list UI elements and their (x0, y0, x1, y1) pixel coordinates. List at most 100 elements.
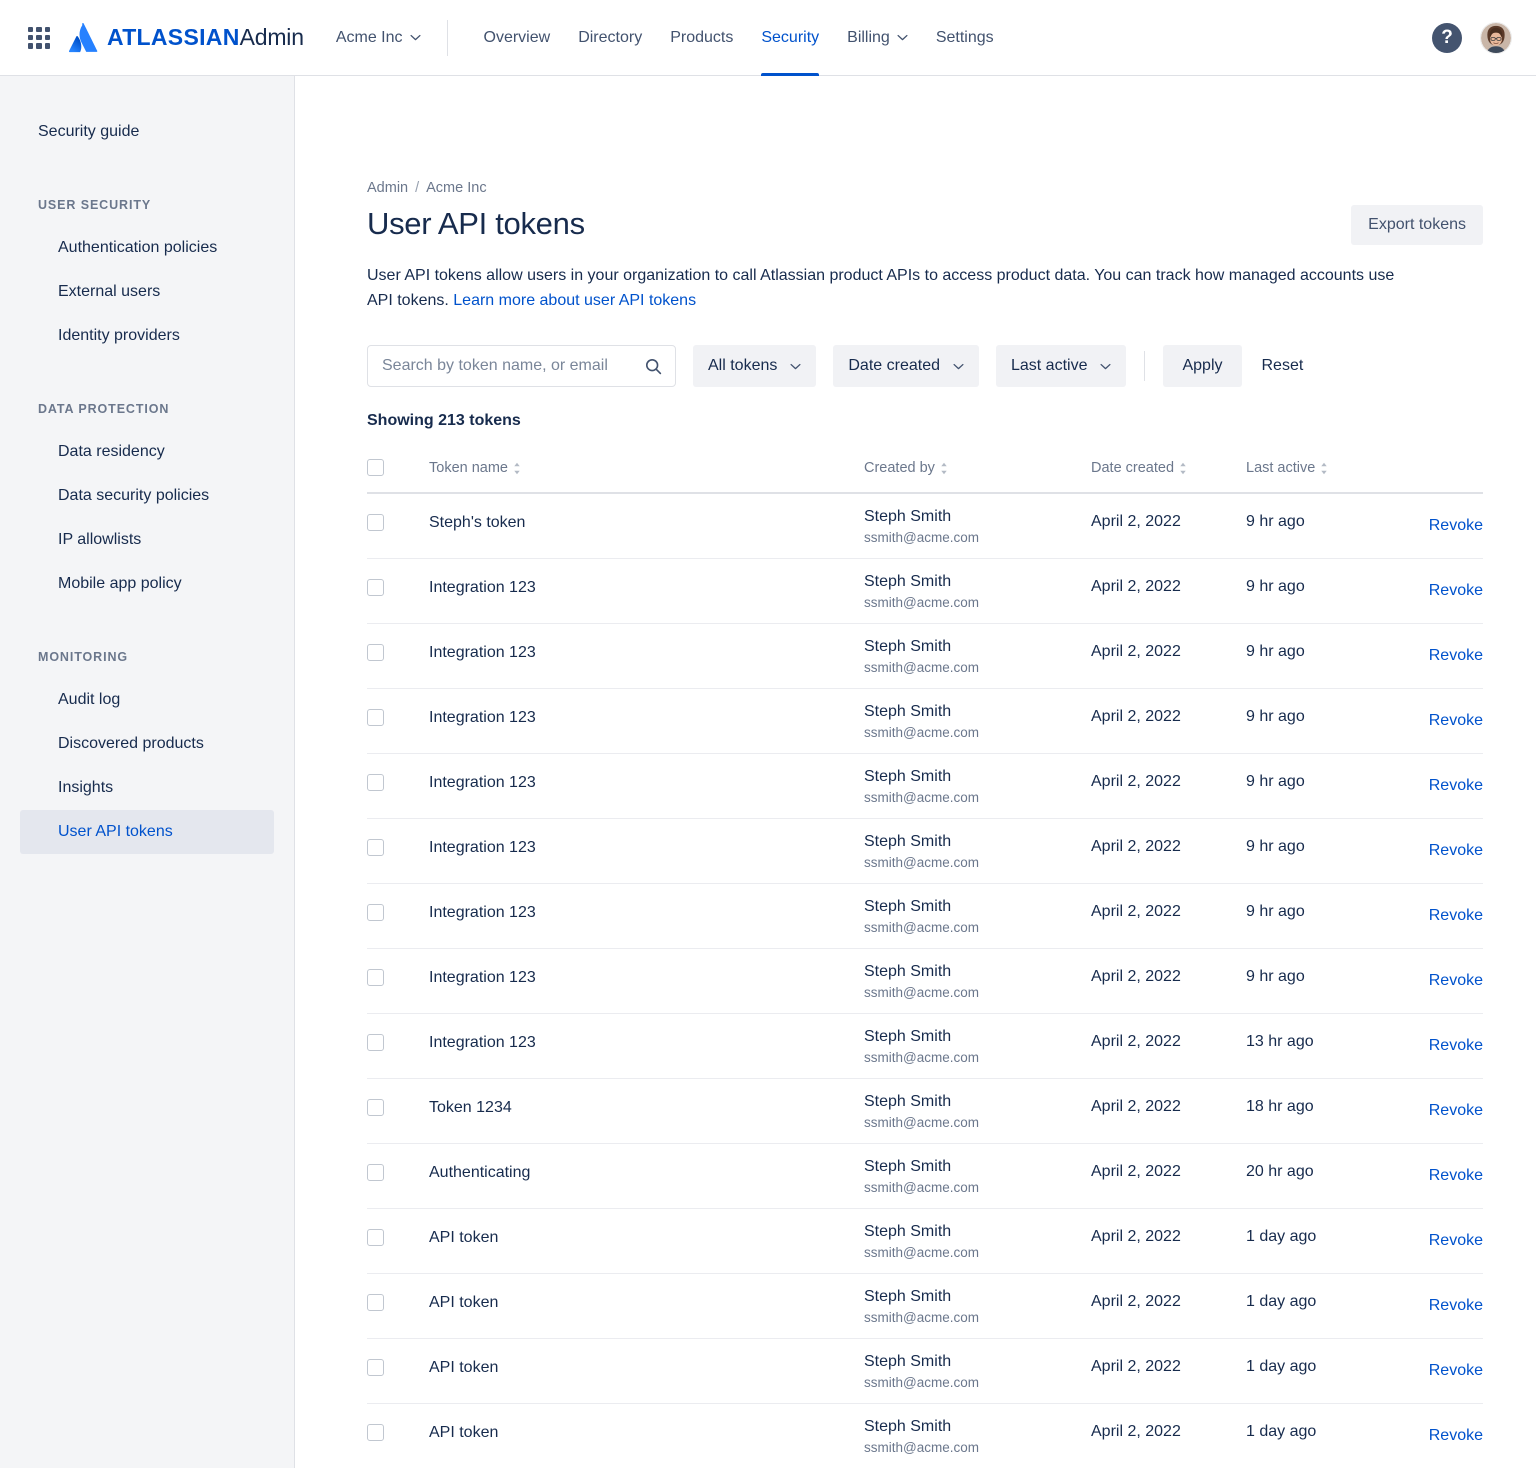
table-row: Integration 123Steph Smithssmith@acme.co… (367, 624, 1483, 689)
sidebar-item-discovered-products[interactable]: Discovered products (20, 722, 274, 766)
revoke-link[interactable]: Revoke (1388, 1144, 1483, 1195)
nav-item-products[interactable]: Products (656, 0, 747, 76)
token-name: Authenticating (429, 1144, 864, 1199)
row-checkbox[interactable] (367, 1424, 384, 1441)
row-checkbox[interactable] (367, 1099, 384, 1116)
revoke-link[interactable]: Revoke (1388, 1404, 1483, 1455)
revoke-link[interactable]: Revoke (1388, 884, 1483, 935)
nav-right-cluster: ? (1432, 22, 1512, 54)
row-select-cell (367, 689, 429, 754)
revoke-link[interactable]: Revoke (1388, 1079, 1483, 1130)
row-checkbox[interactable] (367, 1229, 384, 1246)
revoke-link[interactable]: Revoke (1388, 494, 1483, 545)
apply-button[interactable]: Apply (1163, 345, 1241, 387)
export-tokens-button[interactable]: Export tokens (1351, 205, 1483, 245)
row-action-cell: Revoke (1388, 559, 1483, 624)
select-all-checkbox[interactable] (367, 459, 384, 476)
breadcrumb-item-admin[interactable]: Admin (367, 180, 408, 196)
revoke-link[interactable]: Revoke (1388, 689, 1483, 740)
row-date-created-cell: April 2, 2022 (1091, 884, 1246, 949)
row-last-active-cell: 9 hr ago (1246, 559, 1388, 624)
search-icon[interactable] (645, 358, 662, 375)
column-last-active[interactable]: Last active (1246, 459, 1388, 493)
column-actions (1388, 459, 1483, 493)
nav-item-security[interactable]: Security (747, 0, 833, 76)
sidebar-item-security-guide[interactable]: Security guide (20, 110, 274, 154)
row-checkbox[interactable] (367, 969, 384, 986)
nav-item-settings[interactable]: Settings (922, 0, 1008, 76)
sidebar-item-identity-providers[interactable]: Identity providers (20, 314, 274, 358)
filter-last-active[interactable]: Last active (996, 345, 1126, 387)
revoke-link[interactable]: Revoke (1388, 1339, 1483, 1390)
row-last-active-cell: 20 hr ago (1246, 1144, 1388, 1209)
revoke-link[interactable]: Revoke (1388, 624, 1483, 675)
creator-email: ssmith@acme.com (864, 1113, 1091, 1132)
breadcrumb-item-acme-inc[interactable]: Acme Inc (426, 180, 486, 196)
sort-icon (1320, 462, 1328, 475)
row-checkbox[interactable] (367, 774, 384, 791)
row-checkbox[interactable] (367, 1164, 384, 1181)
app-root: ATLASSIANAdmin Acme Inc Overview Directo… (0, 0, 1536, 1468)
row-checkbox[interactable] (367, 514, 384, 531)
sidebar-item-user-api-tokens[interactable]: User API tokens (20, 810, 274, 854)
row-last-active-cell: 9 hr ago (1246, 689, 1388, 754)
column-label: Token name (429, 460, 508, 476)
last-active: 1 day ago (1246, 1274, 1388, 1328)
sidebar-item-audit-log[interactable]: Audit log (20, 678, 274, 722)
revoke-link[interactable]: Revoke (1388, 949, 1483, 1000)
filter-date-created[interactable]: Date created (833, 345, 979, 387)
last-active: 18 hr ago (1246, 1079, 1388, 1133)
sidebar-item-mobile-app-policy[interactable]: Mobile app policy (20, 562, 274, 606)
row-select-cell (367, 1079, 429, 1144)
row-checkbox[interactable] (367, 709, 384, 726)
sidebar-item-external-users[interactable]: External users (20, 270, 274, 314)
nav-label: Overview (484, 29, 551, 47)
search-box[interactable] (367, 345, 676, 387)
revoke-link[interactable]: Revoke (1388, 559, 1483, 610)
sidebar-item-insights[interactable]: Insights (20, 766, 274, 810)
column-token-name[interactable]: Token name (429, 459, 864, 493)
filter-all-tokens[interactable]: All tokens (693, 345, 816, 387)
last-active: 1 day ago (1246, 1404, 1388, 1458)
row-checkbox[interactable] (367, 839, 384, 856)
table-row: Integration 123Steph Smithssmith@acme.co… (367, 819, 1483, 884)
sidebar-item-ip-allowlists[interactable]: IP allowlists (20, 518, 274, 562)
last-active: 1 day ago (1246, 1339, 1388, 1393)
org-switcher[interactable]: Acme Inc (332, 23, 425, 53)
creator-name: Steph Smith (864, 636, 1091, 657)
help-icon[interactable]: ? (1432, 23, 1462, 53)
row-checkbox[interactable] (367, 1034, 384, 1051)
row-checkbox[interactable] (367, 904, 384, 921)
sidebar-item-data-residency[interactable]: Data residency (20, 430, 274, 474)
row-checkbox[interactable] (367, 1294, 384, 1311)
nav-item-billing[interactable]: Billing (833, 0, 922, 76)
avatar[interactable] (1480, 22, 1512, 54)
column-created-by[interactable]: Created by (864, 459, 1091, 493)
atlassian-admin-logo[interactable]: ATLASSIANAdmin (68, 23, 304, 53)
last-active: 9 hr ago (1246, 754, 1388, 808)
revoke-link[interactable]: Revoke (1388, 754, 1483, 805)
creator-email: ssmith@acme.com (864, 1438, 1091, 1457)
breadcrumb: Admin / Acme Inc (367, 180, 1483, 196)
nav-label: Directory (578, 29, 642, 47)
revoke-link[interactable]: Revoke (1388, 1209, 1483, 1260)
nav-item-directory[interactable]: Directory (564, 0, 656, 76)
sort-icon (940, 462, 948, 475)
token-name: Integration 123 (429, 559, 864, 614)
column-date-created[interactable]: Date created (1091, 459, 1246, 493)
revoke-link[interactable]: Revoke (1388, 1014, 1483, 1065)
reset-button[interactable]: Reset (1250, 345, 1316, 387)
sidebar-item-data-security-policies[interactable]: Data security policies (20, 474, 274, 518)
revoke-link[interactable]: Revoke (1388, 819, 1483, 870)
nav-item-overview[interactable]: Overview (470, 0, 565, 76)
token-name: Token 1234 (429, 1079, 864, 1134)
row-checkbox[interactable] (367, 1359, 384, 1376)
learn-more-link[interactable]: Learn more about user API tokens (453, 292, 696, 309)
apps-grid-icon[interactable] (28, 27, 50, 49)
revoke-link[interactable]: Revoke (1388, 1274, 1483, 1325)
sidebar-item-authentication-policies[interactable]: Authentication policies (20, 226, 274, 270)
creator-email: ssmith@acme.com (864, 788, 1091, 807)
search-input[interactable] (382, 357, 637, 375)
row-checkbox[interactable] (367, 644, 384, 661)
row-checkbox[interactable] (367, 579, 384, 596)
